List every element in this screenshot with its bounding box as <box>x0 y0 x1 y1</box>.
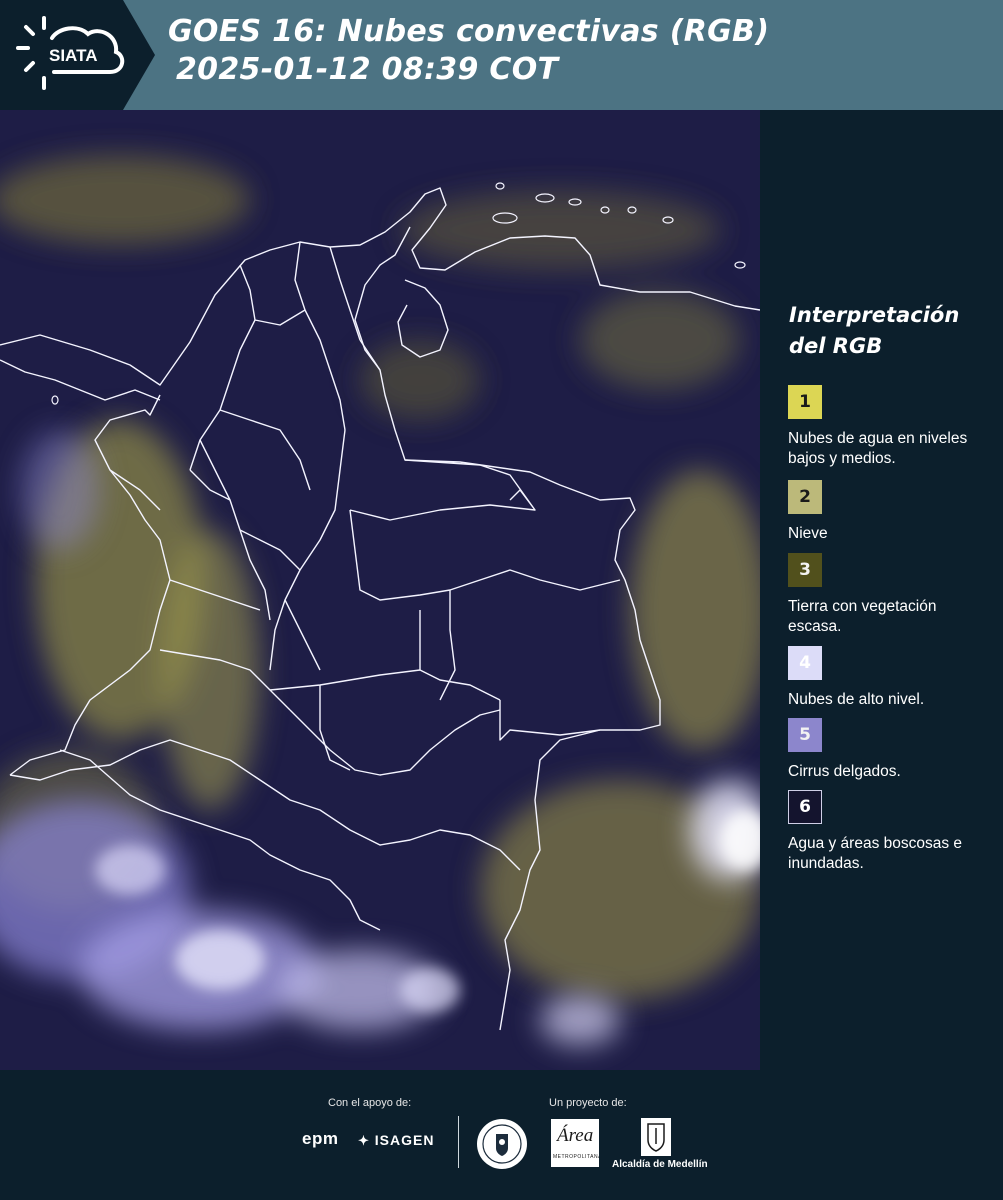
legend-label-1: Nubes de agua en niveles bajos y medios. <box>788 430 968 467</box>
legend-swatch-4: 4 <box>788 646 822 680</box>
isagen-icon: ✦ <box>358 1133 370 1148</box>
legend-label-4: Nubes de alto nivel. <box>788 691 925 708</box>
legend-item-1: 1 Nubes de agua en niveles bajos y medio… <box>788 385 988 469</box>
legend-label-2: Nieve <box>788 525 828 542</box>
medellin-seal-icon[interactable] <box>476 1118 528 1170</box>
legend-item-5: 5 Cirrus delgados. <box>788 718 988 782</box>
legend-item-4: 4 Nubes de alto nivel. <box>788 646 988 710</box>
footer-divider <box>458 1116 459 1168</box>
legend-title: Interpretación del RGB <box>789 303 960 358</box>
logo-text: SIATA <box>49 46 97 65</box>
project-caption: Un proyecto de: <box>549 1097 627 1109</box>
legend-swatch-2: 2 <box>788 480 822 514</box>
legend-swatch-6: 6 <box>788 790 822 824</box>
page-title: GOES 16: Nubes convectivas (RGB) <box>168 14 770 49</box>
header-bar: SIATA GOES 16: Nubes convectivas (RGB) 2… <box>0 0 1003 110</box>
timestamp: 2025-01-12 08:39 COT <box>176 52 559 87</box>
legend-swatch-5: 5 <box>788 718 822 752</box>
legend-swatch-3: 3 <box>788 553 822 587</box>
alcaldia-shield-icon[interactable] <box>641 1118 671 1156</box>
area-subtext: METROPOLITANA Valle de Aburrá <box>553 1154 599 1160</box>
legend-item-2: 2 Nieve <box>788 480 988 544</box>
rgb-legend: Interpretación del RGB 1 Nubes de agua e… <box>762 110 1003 1070</box>
legend-swatch-1: 1 <box>788 385 822 419</box>
siata-logo[interactable]: SIATA <box>0 0 155 110</box>
legend-item-3: 3 Tierra con vegetación escasa. <box>788 553 988 637</box>
legend-label-3: Tierra con vegetación escasa. <box>788 598 937 635</box>
isagen-logo[interactable]: ✦ ISAGEN <box>358 1132 434 1149</box>
footer: Con el apoyo de: Un proyecto de: epm ✦ I… <box>0 1070 1003 1200</box>
legend-label-6: Agua y áreas boscosas e inundadas. <box>788 835 963 872</box>
epm-logo[interactable]: epm <box>302 1129 338 1149</box>
satellite-map[interactable] <box>0 110 760 1070</box>
legend-label-5: Cirrus delgados. <box>788 763 901 780</box>
legend-item-6: 6 Agua y áreas boscosas e inundadas. <box>788 790 988 874</box>
support-caption: Con el apoyo de: <box>328 1097 412 1109</box>
alcaldia-text: Alcaldía de Medellín <box>612 1159 708 1170</box>
